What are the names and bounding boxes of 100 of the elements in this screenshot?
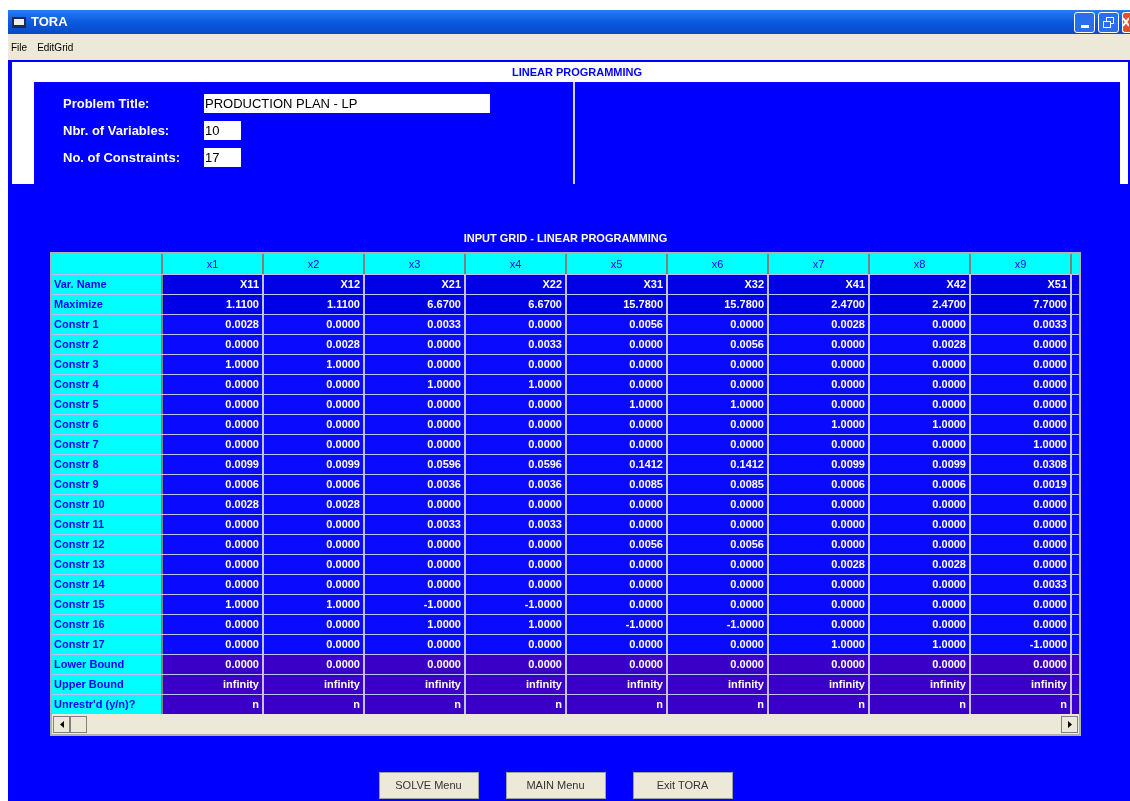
column-header: x7 (769, 254, 870, 274)
column-header: x4 (466, 254, 567, 274)
table-cell: 2.4700 (769, 295, 870, 314)
section-heading: LINEAR PROGRAMMING (510, 64, 644, 80)
scroll-right-button[interactable] (1061, 715, 1078, 733)
table-cell: 0.0000 (971, 655, 1072, 674)
table-cell: 6.6700 (466, 295, 567, 314)
table-cell: 0.0000 (567, 435, 668, 454)
table-cell: 0.0028 (163, 495, 264, 514)
table-cell: 0.0000 (769, 375, 870, 394)
table-cell: 0.0099 (163, 455, 264, 474)
table-cell: 0.0000 (668, 655, 769, 674)
row-header: Constr 17 (52, 635, 163, 654)
table-cell: 0.0000 (163, 375, 264, 394)
table-cell: 0.0000 (163, 435, 264, 454)
minimize-icon (1080, 24, 1089, 28)
table-cell: 6.6700 (365, 295, 466, 314)
table-cell: 0.0000 (971, 555, 1072, 574)
table-cell: -1.0000 (466, 595, 567, 614)
table-cell: 0.0000 (668, 315, 769, 334)
table-cell: 1.1100 (163, 295, 264, 314)
scroll-thumb[interactable] (70, 715, 87, 733)
table-cell: infinity (466, 675, 567, 694)
table-cell: 0.0000 (769, 615, 870, 634)
table-cell: 1.1100 (264, 295, 365, 314)
table-cell: 0.0000 (466, 635, 567, 654)
table-cell: 0.0033 (365, 315, 466, 334)
row-header: Constr 16 (52, 615, 163, 634)
table-cell: 0.0000 (264, 415, 365, 434)
table-cell: 0.0000 (163, 395, 264, 414)
table-cell: X12 (264, 275, 365, 294)
column-header: x1 (163, 254, 264, 274)
table-cell: 0.0000 (163, 335, 264, 354)
table-cell: 0.0056 (567, 315, 668, 334)
table-cell: 0.0000 (567, 655, 668, 674)
scroll-left-button[interactable] (53, 715, 70, 733)
minimize-button[interactable] (1074, 11, 1095, 33)
table-cell: 0.0000 (870, 495, 971, 514)
table-cell: 0.0000 (769, 595, 870, 614)
table-cell: 1.0000 (365, 375, 466, 394)
input-field[interactable]: 10 (204, 121, 241, 140)
row-header: Constr 9 (52, 475, 163, 494)
table-cell: infinity (264, 675, 365, 694)
table-cell: 0.0000 (466, 655, 567, 674)
menu-button[interactable]: MAIN Menu (505, 772, 606, 799)
table-cell: 0.0000 (466, 495, 567, 514)
table-cell: 0.0000 (466, 575, 567, 594)
table-cell: n (264, 695, 365, 714)
table-cell: 0.0000 (264, 515, 365, 534)
menu-button[interactable]: Exit TORA (632, 772, 733, 799)
input-field[interactable]: PRODUCTION PLAN - LP (204, 94, 490, 113)
table-cell: 0.0000 (163, 555, 264, 574)
table-cell: infinity (668, 675, 769, 694)
table-cell: 0.0085 (668, 475, 769, 494)
table-cell: 1.0000 (567, 395, 668, 414)
table-cell: 0.0000 (466, 535, 567, 554)
table-cell: 0.0000 (971, 415, 1072, 434)
table-cell: 0.0000 (668, 415, 769, 434)
table-cell: 0.0033 (466, 335, 567, 354)
row-header: Constr 10 (52, 495, 163, 514)
table-cell: 0.0000 (870, 615, 971, 634)
table-cell: 0.0000 (365, 415, 466, 434)
table-cell: 0.0000 (365, 435, 466, 454)
table-cell: X41 (769, 275, 870, 294)
table-cell: 0.0000 (365, 635, 466, 654)
close-button[interactable] (1122, 11, 1130, 33)
table-cell: 0.0000 (870, 535, 971, 554)
grid-title: INPUT GRID - LINEAR PROGRAMMING (462, 231, 669, 246)
row-header: Constr 13 (52, 555, 163, 574)
table-cell: 0.0000 (769, 335, 870, 354)
table-cell: 0.0000 (567, 355, 668, 374)
restore-button[interactable] (1098, 11, 1119, 33)
table-cell: 0.0000 (769, 535, 870, 554)
table-cell: 0.0000 (870, 355, 971, 374)
field-label: Nbr. of Variables: (63, 121, 171, 140)
table-cell: 7.7000 (971, 295, 1072, 314)
table-cell: 0.0000 (163, 635, 264, 654)
table-cell: 1.0000 (466, 375, 567, 394)
table-cell: 0.0000 (567, 415, 668, 434)
table-cell: infinity (971, 675, 1072, 694)
table-cell: 0.0056 (567, 535, 668, 554)
table-cell: 0.0006 (870, 475, 971, 494)
table-cell: 0.0000 (668, 635, 769, 654)
input-field[interactable]: 17 (204, 148, 241, 167)
table-cell: 0.0000 (769, 515, 870, 534)
table-cell: 0.0000 (365, 575, 466, 594)
table-cell: 0.0000 (264, 575, 365, 594)
table-cell: 0.0006 (264, 475, 365, 494)
menu-button[interactable]: SOLVE Menu (378, 772, 479, 799)
table-cell: 0.0000 (466, 315, 567, 334)
table-cell: 0.0000 (870, 655, 971, 674)
table-cell: 0.0033 (971, 575, 1072, 594)
table-cell: 0.0000 (668, 435, 769, 454)
menu-item[interactable]: File (11, 39, 28, 55)
table-cell: 1.0000 (466, 615, 567, 634)
menu-item[interactable]: EditGrid (37, 39, 74, 55)
table-cell: 1.0000 (163, 595, 264, 614)
table-cell: 0.0056 (668, 535, 769, 554)
row-header: Maximize (52, 295, 163, 314)
table-cell: 0.0000 (466, 415, 567, 434)
